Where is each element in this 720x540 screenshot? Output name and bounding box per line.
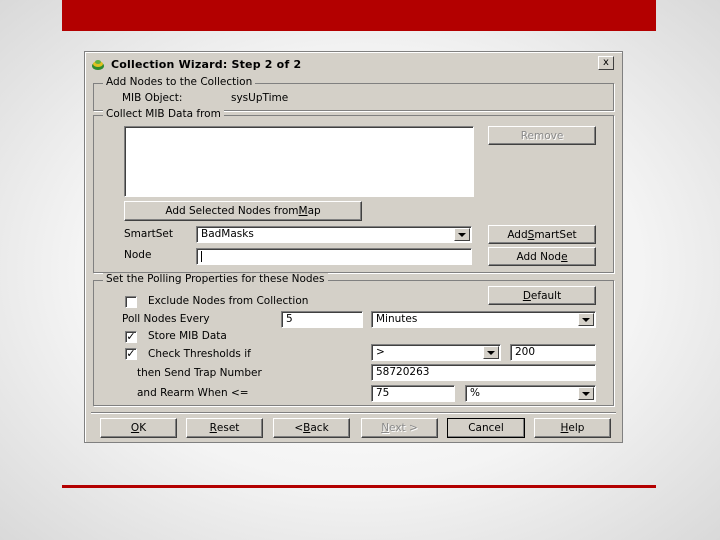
store-mib-label: Store MIB Data — [148, 330, 227, 342]
rearm-value-input[interactable]: 75 — [371, 385, 455, 402]
polling-group-label: Set the Polling Properties for these Nod… — [103, 273, 328, 285]
node-input[interactable] — [196, 248, 472, 265]
collection-wizard-dialog: Collection Wizard: Step 2 of 2 x Add Nod… — [84, 51, 623, 443]
poll-unit-combo[interactable]: Minutes — [371, 311, 596, 328]
threshold-operator-combo[interactable]: > — [371, 344, 501, 361]
send-trap-label: then Send Trap Number — [137, 367, 262, 379]
exclude-nodes-label: Exclude Nodes from Collection — [148, 295, 309, 307]
mib-object-value: sysUpTime — [231, 92, 289, 104]
poll-unit-value: Minutes — [376, 313, 418, 325]
text-cursor — [201, 250, 202, 262]
add-nodes-group-label: Add Nodes to the Collection — [103, 76, 256, 88]
mib-object-label: MIB Object: — [122, 92, 183, 104]
check-thresholds-checkbox[interactable]: ✓ — [125, 348, 137, 360]
chevron-down-icon[interactable] — [578, 387, 594, 400]
close-icon: x — [603, 57, 609, 68]
window-title: Collection Wizard: Step 2 of 2 — [111, 57, 302, 71]
node-label: Node — [124, 249, 152, 261]
chevron-down-icon[interactable] — [578, 313, 594, 326]
trap-number-input[interactable]: 58720263 — [371, 364, 596, 381]
ok-button[interactable]: OK — [100, 418, 177, 438]
title-bar: Collection Wizard: Step 2 of 2 x — [88, 55, 619, 73]
chevron-down-icon[interactable] — [454, 228, 470, 241]
rearm-label: and Rearm When <= — [137, 387, 249, 399]
rearm-unit-value: % — [470, 387, 480, 399]
back-button[interactable]: < Back — [273, 418, 350, 438]
footer-separator — [91, 412, 616, 414]
smartset-value: BadMasks — [201, 228, 254, 240]
nodes-listbox[interactable] — [124, 126, 474, 197]
close-button[interactable]: x — [598, 56, 614, 70]
app-icon — [90, 56, 106, 72]
chevron-down-icon[interactable] — [483, 346, 499, 359]
store-mib-checkbox[interactable]: ✓ — [125, 331, 137, 343]
rearm-unit-combo[interactable]: % — [465, 385, 596, 402]
poll-nodes-label: Poll Nodes Every — [122, 313, 210, 325]
threshold-operator-value: > — [376, 346, 385, 358]
smartset-label: SmartSet — [124, 228, 174, 240]
add-smartset-button[interactable]: Add SmartSet — [488, 225, 596, 244]
next-button[interactable]: Next > — [361, 418, 438, 438]
default-button[interactable]: Default — [488, 286, 596, 305]
help-button[interactable]: Help — [534, 418, 611, 438]
remove-button[interactable]: Remove — [488, 126, 596, 145]
reset-button[interactable]: Reset — [186, 418, 263, 438]
cancel-button[interactable]: Cancel — [447, 418, 525, 438]
add-selected-nodes-button[interactable]: Add Selected Nodes from Map — [124, 201, 362, 221]
slide-bottom-rule — [62, 485, 656, 488]
smartset-combo[interactable]: BadMasks — [196, 226, 472, 243]
poll-interval-input[interactable]: 5 — [281, 311, 363, 328]
threshold-value-input[interactable]: 200 — [510, 344, 596, 361]
add-node-button[interactable]: Add Nod e — [488, 247, 596, 266]
slide-top-bar — [62, 0, 656, 31]
check-thresholds-label: Check Thresholds if — [148, 348, 251, 360]
exclude-nodes-checkbox[interactable] — [125, 296, 137, 308]
collect-mib-group-label: Collect MIB Data from — [103, 108, 224, 120]
